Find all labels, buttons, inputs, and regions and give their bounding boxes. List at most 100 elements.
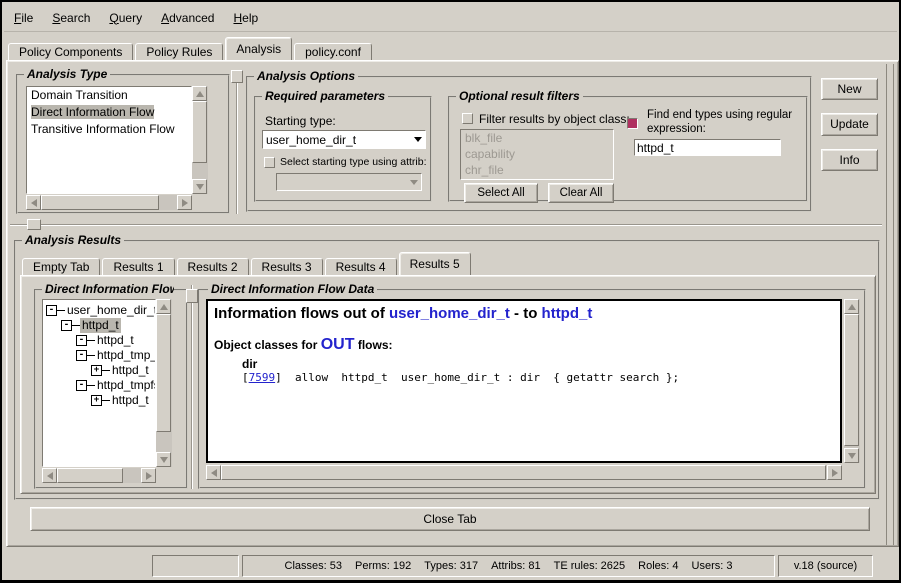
attrib-combobox-disabled: [276, 173, 422, 191]
close-tab-button[interactable]: Close Tab: [30, 507, 870, 531]
info-button[interactable]: Info: [821, 149, 878, 171]
rule-number-link[interactable]: 7599: [249, 371, 276, 384]
tab-empty-tab[interactable]: Empty Tab: [22, 258, 100, 275]
pane-sash-horizontal: [10, 224, 882, 226]
tree-node-label-selected[interactable]: httpd_t: [80, 318, 121, 333]
flow-direction: OUT: [321, 336, 355, 353]
clear-all-button[interactable]: Clear All: [548, 183, 614, 203]
scroll-right-icon[interactable]: [827, 465, 842, 480]
results-sash-vertical: [191, 285, 193, 489]
list-item-selected[interactable]: Direct Information Flow: [27, 104, 191, 121]
tree-node-label[interactable]: httpd_tmpfs_t: [95, 378, 156, 393]
analysis-options-title: Analysis Options: [254, 69, 358, 83]
policy-version: v.18 (source): [794, 560, 857, 572]
scroll-right-icon[interactable]: [177, 195, 192, 210]
menu-help[interactable]: Help: [233, 11, 258, 25]
update-button[interactable]: Update: [821, 113, 878, 136]
sash-handle[interactable]: [231, 70, 243, 83]
menu-advanced[interactable]: Advanced: [161, 11, 214, 25]
expand-icon[interactable]: +: [91, 365, 102, 376]
new-button[interactable]: New: [821, 78, 878, 100]
expand-icon[interactable]: +: [91, 395, 102, 406]
regex-checkbox-checked[interactable]: [627, 118, 638, 129]
analysis-type-listbox[interactable]: Domain Transition Direct Information Flo…: [26, 86, 192, 194]
menu-query[interactable]: Query: [109, 11, 142, 25]
scroll-thumb[interactable]: [57, 468, 123, 483]
tab-results-2[interactable]: Results 2: [177, 258, 249, 275]
flow-data-vscrollbar[interactable]: [844, 299, 860, 463]
flow-tree-title: Direct Information Flow T: [42, 282, 174, 296]
tree-row[interactable]: -httpd_t: [43, 318, 155, 333]
tab-policy-components[interactable]: Policy Components: [8, 43, 133, 60]
flow-data-textarea[interactable]: Information flows out of user_home_dir_t…: [206, 299, 842, 463]
sash-handle[interactable]: [186, 289, 198, 303]
source-type: user_home_dir_t: [389, 305, 510, 322]
scroll-thumb[interactable]: [41, 195, 159, 210]
tab-results-3[interactable]: Results 3: [251, 258, 323, 275]
scroll-up-icon[interactable]: [844, 299, 859, 314]
collapse-icon[interactable]: -: [76, 380, 87, 391]
collapse-icon[interactable]: -: [46, 305, 57, 316]
scroll-right-icon[interactable]: [141, 468, 156, 483]
tab-results-1[interactable]: Results 1: [102, 258, 174, 275]
main-tab-bar: Policy ComponentsPolicy RulesAnalysispol…: [8, 37, 374, 60]
starting-type-combobox[interactable]: user_home_dir_t: [262, 130, 426, 149]
list-item[interactable]: Domain Transition: [27, 87, 191, 104]
analysis-type-hscrollbar[interactable]: [26, 195, 192, 210]
scroll-up-icon[interactable]: [192, 86, 207, 101]
list-item[interactable]: Transitive Information Flow: [27, 121, 191, 138]
scroll-thumb[interactable]: [156, 314, 171, 432]
tree-node-label[interactable]: user_home_dir_t: [65, 303, 156, 318]
list-item-disabled: blk_file: [461, 130, 613, 146]
collapse-icon[interactable]: -: [76, 350, 87, 361]
tree-row[interactable]: -httpd_tmpfs_t: [43, 378, 155, 393]
status-stats-panel: Classes: 53 Perms: 192 Types: 317 Attrib…: [242, 555, 775, 577]
tree-node-label[interactable]: httpd_tmp_t: [95, 348, 156, 363]
analysis-type-vscrollbar[interactable]: [192, 86, 208, 194]
object-class-checkbox[interactable]: [462, 113, 473, 124]
scroll-thumb[interactable]: [221, 465, 826, 480]
stat-roles: Roles: 4: [638, 560, 678, 572]
chevron-down-icon[interactable]: [411, 137, 425, 142]
collapse-icon[interactable]: -: [61, 320, 72, 331]
flow-tree-hscrollbar[interactable]: [42, 468, 156, 483]
scroll-down-icon[interactable]: [844, 448, 859, 463]
scroll-left-icon[interactable]: [26, 195, 41, 210]
select-all-button[interactable]: Select All: [464, 183, 538, 203]
stat-types: Types: 317: [424, 560, 478, 572]
flow-tree[interactable]: -user_home_dir_t -httpd_t -httpd_t -http…: [42, 299, 156, 467]
tab-results-4[interactable]: Results 4: [325, 258, 397, 275]
scroll-up-icon[interactable]: [156, 299, 171, 314]
tree-node-label[interactable]: httpd_t: [110, 393, 151, 408]
analysis-results-title: Analysis Results: [22, 233, 124, 247]
apol-window: File Search Query Advanced Help Policy C…: [0, 0, 901, 583]
scroll-thumb[interactable]: [192, 101, 207, 163]
right-groove: [886, 64, 894, 545]
scroll-down-icon[interactable]: [156, 452, 171, 467]
scroll-left-icon[interactable]: [206, 465, 221, 480]
required-parameters-title: Required parameters: [262, 89, 388, 103]
sash-handle[interactable]: [27, 219, 41, 230]
tree-row[interactable]: -httpd_t: [43, 333, 155, 348]
attrib-checkbox[interactable]: [264, 157, 275, 168]
scroll-down-icon[interactable]: [192, 179, 207, 194]
tab-analysis[interactable]: Analysis: [225, 37, 292, 60]
collapse-icon[interactable]: -: [76, 335, 87, 346]
tree-row[interactable]: -user_home_dir_t: [43, 303, 155, 318]
menu-file[interactable]: File: [14, 11, 33, 25]
tab-policy-conf[interactable]: policy.conf: [294, 43, 372, 60]
tree-node-label[interactable]: httpd_t: [110, 363, 151, 378]
regex-input[interactable]: [634, 139, 781, 156]
tab-results-5[interactable]: Results 5: [399, 252, 471, 275]
tree-row[interactable]: + httpd_t: [43, 363, 155, 378]
tab-policy-rules[interactable]: Policy Rules: [135, 43, 223, 60]
tree-node-label[interactable]: httpd_t: [95, 333, 136, 348]
menu-search[interactable]: Search: [52, 11, 90, 25]
scroll-left-icon[interactable]: [42, 468, 57, 483]
tree-row[interactable]: -httpd_tmp_t: [43, 348, 155, 363]
starting-type-label: Starting type:: [265, 114, 336, 128]
tree-row[interactable]: + httpd_t: [43, 393, 155, 408]
flow-tree-vscrollbar[interactable]: [156, 299, 172, 467]
scroll-thumb[interactable]: [844, 314, 859, 446]
flow-data-hscrollbar[interactable]: [206, 465, 842, 480]
